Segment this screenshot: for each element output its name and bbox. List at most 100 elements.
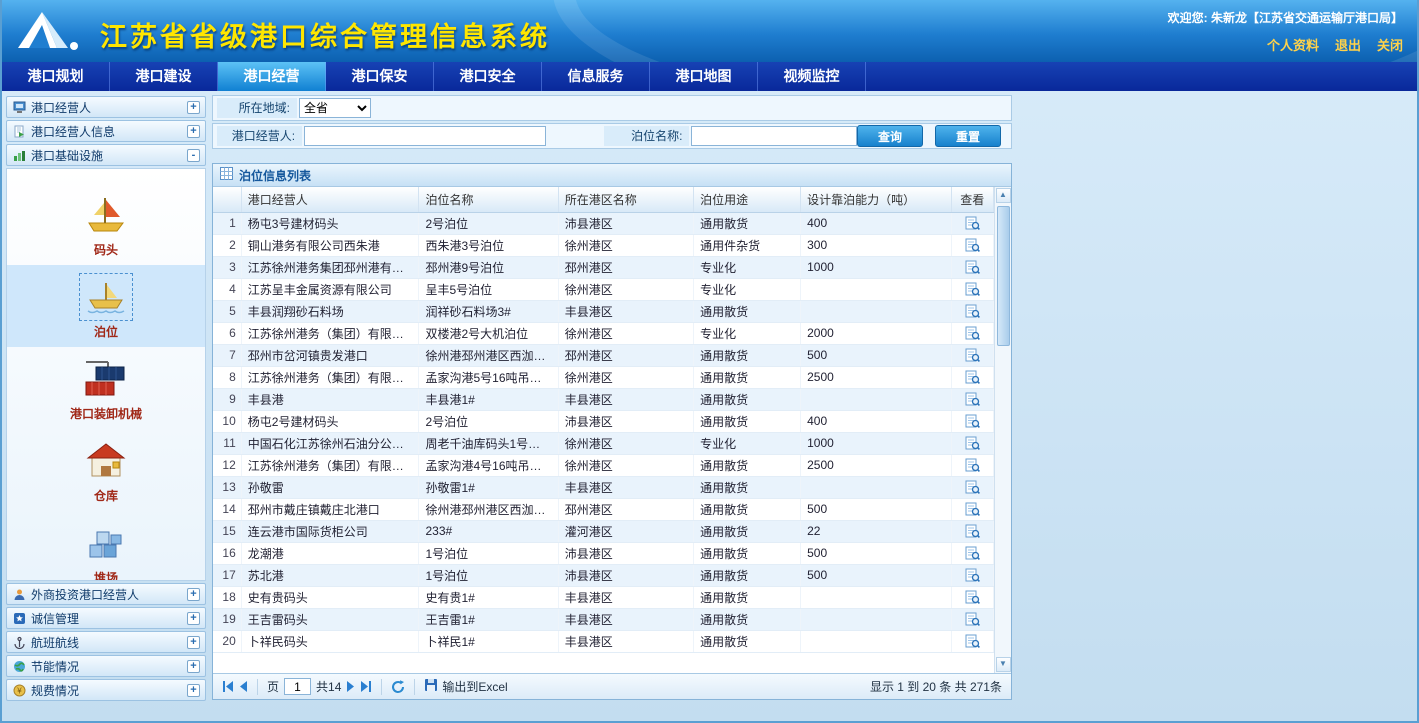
berth-name-input[interactable] bbox=[691, 126, 857, 146]
view-button[interactable] bbox=[965, 589, 980, 603]
view-button[interactable] bbox=[965, 501, 980, 515]
facility-item-warehouse[interactable]: 仓库 bbox=[7, 429, 205, 511]
table-row[interactable]: 2铜山港务有限公司西朱港西朱港3号泊位徐州港区通用件杂货300 bbox=[213, 234, 994, 256]
expand-toggle[interactable]: + bbox=[187, 684, 200, 697]
expand-toggle[interactable]: + bbox=[187, 588, 200, 601]
expand-toggle[interactable]: + bbox=[187, 660, 200, 673]
page-number-input[interactable] bbox=[284, 678, 311, 695]
view-button[interactable] bbox=[965, 457, 980, 471]
view-button[interactable] bbox=[965, 369, 980, 383]
query-button[interactable]: 查询 bbox=[857, 125, 923, 147]
expand-toggle[interactable]: + bbox=[187, 125, 200, 138]
view-button[interactable] bbox=[965, 545, 980, 559]
sidebar-group-foreign-investors[interactable]: 外商投资港口经营人 + bbox=[6, 583, 206, 605]
tab-port-security[interactable]: 港口保安 bbox=[326, 62, 434, 91]
cell-capacity: 400 bbox=[801, 410, 951, 432]
view-button[interactable] bbox=[965, 325, 980, 339]
col-usage[interactable]: 泊位用途 bbox=[694, 187, 801, 212]
table-row[interactable]: 18史有贵码头史有贵1#丰县港区通用散货 bbox=[213, 586, 994, 608]
cell-capacity bbox=[801, 586, 951, 608]
scroll-down-arrow[interactable]: ▼ bbox=[996, 657, 1011, 672]
col-capacity[interactable]: 设计靠泊能力（吨） bbox=[801, 187, 951, 212]
operator-input[interactable] bbox=[304, 126, 546, 146]
facility-item-dock[interactable]: 码头 bbox=[7, 183, 205, 265]
table-row[interactable]: 3江苏徐州港务集团邳州港有限公司邳州港9号泊位邳州港区专业化1000 bbox=[213, 256, 994, 278]
tab-port-map[interactable]: 港口地图 bbox=[650, 62, 758, 91]
export-excel-button[interactable]: 输出到Excel bbox=[424, 678, 507, 695]
next-page-button[interactable] bbox=[346, 681, 355, 692]
table-row[interactable]: 13孙敬雷孙敬雷1#丰县港区通用散货 bbox=[213, 476, 994, 498]
col-area-name[interactable]: 所在港区名称 bbox=[558, 187, 693, 212]
table-row[interactable]: 11中国石化江苏徐州石油分公司周...周老千油库码头1号泊位徐州港区专业化100… bbox=[213, 432, 994, 454]
view-button[interactable] bbox=[965, 303, 980, 317]
table-row[interactable]: 6江苏徐州港务（集团）有限公司双楼港2号大机泊位徐州港区专业化2000 bbox=[213, 322, 994, 344]
svg-text:¥: ¥ bbox=[16, 686, 22, 695]
sidebar-group-fees[interactable]: ¥ 规费情况 + bbox=[6, 679, 206, 701]
sidebar-group-operator-info[interactable]: 港口经营人信息 + bbox=[6, 120, 206, 142]
view-button[interactable] bbox=[965, 259, 980, 273]
table-row[interactable]: 19王吉雷码头王吉雷1#丰县港区通用散货 bbox=[213, 608, 994, 630]
dock-icon bbox=[77, 192, 135, 238]
table-row[interactable]: 5丰县润翔砂石料场润祥砂石料场3#丰县港区通用散货 bbox=[213, 300, 994, 322]
last-page-button[interactable] bbox=[360, 681, 372, 692]
tab-port-construction[interactable]: 港口建设 bbox=[110, 62, 218, 91]
table-row[interactable]: 20卜祥民码头卜祥民1#丰县港区通用散货 bbox=[213, 630, 994, 652]
tab-video-monitor[interactable]: 视频监控 bbox=[758, 62, 866, 91]
scrollbar-thumb[interactable] bbox=[997, 206, 1010, 346]
sidebar-group-routes[interactable]: 航班航线 + bbox=[6, 631, 206, 653]
col-operator[interactable]: 港口经营人 bbox=[241, 187, 419, 212]
table-row[interactable]: 10杨屯2号建材码头2号泊位沛县港区通用散货400 bbox=[213, 410, 994, 432]
collapse-toggle[interactable]: - bbox=[187, 149, 200, 162]
scroll-up-arrow[interactable]: ▲ bbox=[996, 188, 1011, 203]
view-button[interactable] bbox=[965, 413, 980, 427]
tab-port-safety[interactable]: 港口安全 bbox=[434, 62, 542, 91]
table-row[interactable]: 1杨屯3号建材码头2号泊位沛县港区通用散货400 bbox=[213, 212, 994, 234]
sidebar-group-energy[interactable]: 节能情况 + bbox=[6, 655, 206, 677]
main-nav: 港口规划 港口建设 港口经营 港口保安 港口安全 信息服务 港口地图 视频监控 bbox=[2, 62, 1417, 91]
close-link[interactable]: 关闭 bbox=[1377, 35, 1403, 54]
prev-page-button[interactable] bbox=[239, 681, 248, 692]
region-select[interactable]: 全省 bbox=[299, 98, 371, 118]
cell-view bbox=[951, 454, 993, 476]
view-button[interactable] bbox=[965, 347, 980, 361]
view-button[interactable] bbox=[965, 633, 980, 647]
view-button[interactable] bbox=[965, 281, 980, 295]
refresh-button[interactable] bbox=[391, 680, 405, 694]
view-button[interactable] bbox=[965, 435, 980, 449]
facility-item-berth[interactable]: 泊位 bbox=[7, 265, 205, 347]
table-row[interactable]: 8江苏徐州港务（集团）有限公司孟家沟港5号16吨吊泊位徐州港区通用散货2500 bbox=[213, 366, 994, 388]
expand-toggle[interactable]: + bbox=[187, 612, 200, 625]
vertical-scrollbar[interactable]: ▲ ▼ bbox=[994, 187, 1011, 673]
table-row[interactable]: 4江苏呈丰金属资源有限公司呈丰5号泊位徐州港区专业化 bbox=[213, 278, 994, 300]
table-row[interactable]: 7邳州市岔河镇贵发港口徐州港邳州港区西泇河...邳州港区通用散货500 bbox=[213, 344, 994, 366]
profile-link[interactable]: 个人资料 bbox=[1267, 35, 1319, 54]
view-button[interactable] bbox=[965, 567, 980, 581]
view-button[interactable] bbox=[965, 237, 980, 251]
view-button[interactable] bbox=[965, 523, 980, 537]
table-row[interactable]: 17苏北港1号泊位沛县港区通用散货500 bbox=[213, 564, 994, 586]
table-row[interactable]: 9丰县港丰县港1#丰县港区通用散货 bbox=[213, 388, 994, 410]
table-row[interactable]: 15连云港市国际货柜公司233#灌河港区通用散货22 bbox=[213, 520, 994, 542]
view-button[interactable] bbox=[965, 479, 980, 493]
table-row[interactable]: 14邳州市戴庄镇戴庄北港口徐州港邳州港区西泇河...邳州港区通用散货500 bbox=[213, 498, 994, 520]
logout-link[interactable]: 退出 bbox=[1335, 35, 1361, 54]
sidebar-group-port-operators[interactable]: 港口经营人 + bbox=[6, 96, 206, 118]
tab-info-service[interactable]: 信息服务 bbox=[542, 62, 650, 91]
divider bbox=[414, 679, 415, 695]
facility-item-yard[interactable]: 堆场 bbox=[7, 511, 205, 581]
col-berth-name[interactable]: 泊位名称 bbox=[419, 187, 558, 212]
expand-toggle[interactable]: + bbox=[187, 101, 200, 114]
table-row[interactable]: 16龙潮港1号泊位沛县港区通用散货500 bbox=[213, 542, 994, 564]
sidebar-group-integrity[interactable]: 诚信管理 + bbox=[6, 607, 206, 629]
expand-toggle[interactable]: + bbox=[187, 636, 200, 649]
view-button[interactable] bbox=[965, 215, 980, 229]
table-row[interactable]: 12江苏徐州港务（集团）有限公司孟家沟港4号16吨吊泊位徐州港区通用散货2500 bbox=[213, 454, 994, 476]
sidebar-group-infrastructure[interactable]: 港口基础设施 - bbox=[6, 144, 206, 166]
view-button[interactable] bbox=[965, 391, 980, 405]
facility-item-machinery[interactable]: 港口装卸机械 bbox=[7, 347, 205, 429]
tab-port-operation[interactable]: 港口经营 bbox=[218, 62, 326, 91]
view-button[interactable] bbox=[965, 611, 980, 625]
tab-port-planning[interactable]: 港口规划 bbox=[2, 62, 110, 91]
first-page-button[interactable] bbox=[222, 681, 234, 692]
reset-button[interactable]: 重置 bbox=[935, 125, 1001, 147]
